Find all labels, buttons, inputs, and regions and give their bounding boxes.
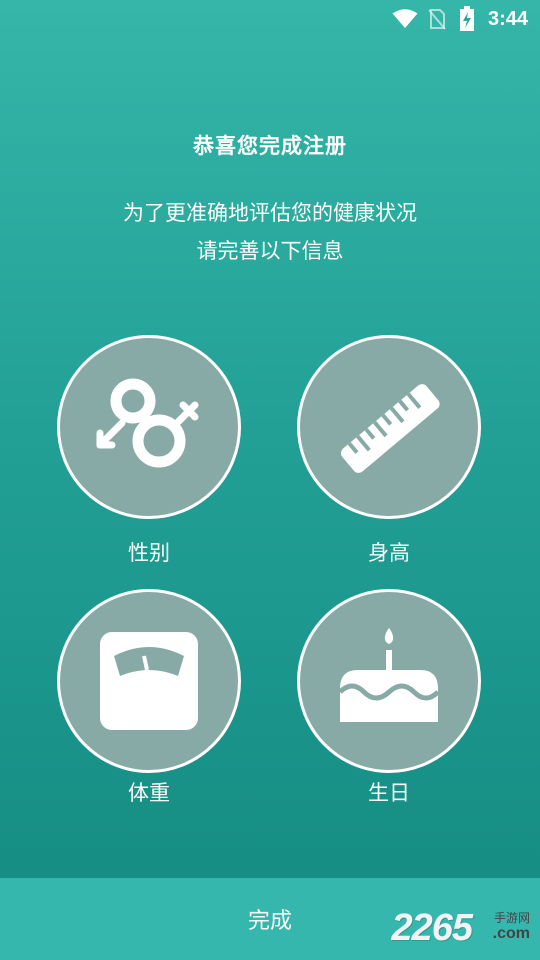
gender-label: 性别 <box>128 541 170 565</box>
birthday-cake-icon <box>338 628 440 722</box>
weight-option[interactable]: 体重 <box>57 589 241 805</box>
height-option[interactable]: 身高 <box>297 335 481 565</box>
page-subtitle: 为了更准确地评估您的健康状况 请完善以下信息 <box>0 194 540 270</box>
ruler-icon <box>340 384 440 473</box>
scale-icon <box>100 632 198 730</box>
watermark-number: 2265 <box>391 907 473 949</box>
gender-button[interactable] <box>57 335 241 519</box>
height-button[interactable] <box>297 335 481 519</box>
page-title: 恭喜您完成注册 <box>193 134 347 158</box>
gender-icon <box>96 378 199 468</box>
birthday-button[interactable] <box>297 589 481 773</box>
done-label: 完成 <box>247 909 292 934</box>
battery-charging-icon <box>460 6 474 31</box>
gender-option[interactable]: 性别 <box>57 335 241 565</box>
no-sim-icon <box>428 9 446 30</box>
weight-label: 体重 <box>128 781 170 805</box>
status-bar: 3:44 <box>0 0 540 38</box>
subtitle-line-2: 请完善以下信息 <box>196 239 344 263</box>
subtitle-line-1: 为了更准确地评估您的健康状况 <box>123 201 417 225</box>
weight-button[interactable] <box>57 589 241 773</box>
birthday-option[interactable]: 生日 <box>297 589 481 805</box>
watermark-cn: 手游网 <box>493 911 530 925</box>
height-label: 身高 <box>368 541 410 565</box>
clock-time: 3:44 <box>487 8 528 30</box>
wifi-icon <box>392 9 418 28</box>
watermark-domain: .com <box>492 925 530 942</box>
birthday-label: 生日 <box>368 781 410 805</box>
